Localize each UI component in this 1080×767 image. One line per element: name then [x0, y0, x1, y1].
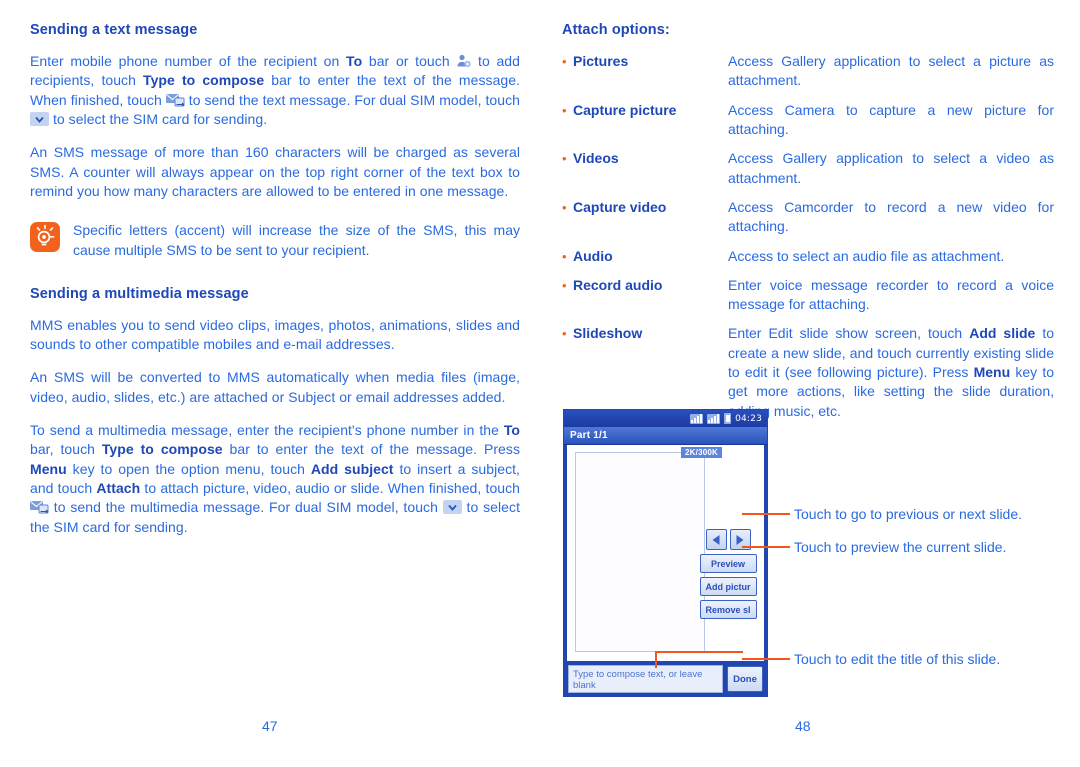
send-message-icon — [165, 93, 185, 108]
option-description: Access Gallery application to select a p… — [728, 53, 1054, 89]
list-item: • Record audio Enter voice message recor… — [562, 276, 1054, 315]
send-message-icon — [30, 500, 49, 515]
option-term: Videos — [573, 150, 619, 167]
chevron-down-icon — [442, 500, 462, 515]
text-fragment: to attach picture, video, audio or slide… — [140, 480, 521, 496]
add-contact-icon — [456, 53, 471, 68]
paragraph-sending-text-instructions: Enter mobile phone number of the recipie… — [30, 52, 520, 129]
list-item: • Capture picture Access Camera to captu… — [562, 101, 1054, 140]
bold-add-slide: Add slide — [969, 325, 1036, 342]
text-fragment: to send the text message. For dual SIM m… — [184, 91, 520, 108]
preview-button[interactable]: Preview — [699, 554, 757, 573]
bold-to: To — [346, 53, 363, 69]
heading-sending-text-message: Sending a text message — [30, 22, 198, 38]
right-page-column: Attach options: • Pictures Access Galler… — [562, 22, 1054, 431]
bold-menu: Menu — [973, 364, 1011, 381]
text-fragment: to send the multimedia message. For dual… — [49, 499, 443, 516]
leader-line-segment — [655, 651, 657, 668]
signal-bars-icon — [690, 413, 704, 424]
list-item-slideshow: • Slideshow Enter Edit slide show screen… — [562, 324, 1054, 421]
arrow-left-icon[interactable] — [705, 529, 727, 550]
text-fragment: Enter mobile phone number of the recipie… — [30, 53, 347, 69]
option-description: Access Camcorder to record a new video f… — [728, 198, 1054, 235]
option-description: Access to select an audio file as attach… — [728, 247, 1005, 264]
text-fragment: bar to enter the text of the message. Pr… — [222, 441, 520, 458]
text-fragment: key to open the option menu, touch — [66, 460, 311, 477]
heading-sending-multimedia-message: Sending a multimedia message — [30, 285, 249, 302]
option-term: Audio — [573, 247, 613, 264]
bold-attach: Attach — [96, 480, 141, 496]
leader-line — [742, 546, 790, 548]
phone-slide-editor-area: 2K/300K Preview Add pictur Remove sl — [564, 445, 767, 661]
phone-title-bar: Part 1/1 — [564, 427, 767, 445]
callout-preview-slide: Touch to preview the current slide. — [742, 539, 1006, 555]
paragraph-send-mms-instructions: To send a multimedia message, enter the … — [30, 421, 520, 537]
text-fragment: Enter Edit slide show screen, touch — [728, 325, 970, 342]
list-item: • Pictures Access Gallery application to… — [562, 52, 1054, 91]
phone-status-bar: 04:23 — [564, 410, 767, 427]
bullet-icon: • — [562, 151, 567, 167]
paragraph-sms-to-mms-conversion: An SMS will be converted to MMS automati… — [30, 369, 520, 405]
remove-slide-button[interactable]: Remove sl — [699, 600, 757, 619]
bold-add-subject: Add subject — [310, 460, 394, 477]
page-number-right: 48 — [795, 718, 811, 734]
status-bar-clock: 04:23 — [735, 413, 762, 424]
heading-attach-options: Attach options: — [562, 22, 670, 38]
lightbulb-tip-icon — [30, 222, 60, 253]
option-description: Enter voice message recorder to record a… — [728, 276, 1054, 313]
callout-prev-next-slide: Touch to go to previous or next slide. — [742, 506, 1022, 522]
bullet-icon: • — [562, 248, 567, 264]
bullet-icon: • — [562, 277, 567, 293]
signal-bars-icon — [707, 413, 721, 424]
option-term: Slideshow — [573, 325, 643, 342]
paragraph-mms-capabilities: MMS enables you to send video clips, ima… — [30, 316, 520, 353]
callout-text: Touch to go to previous or next slide. — [794, 506, 1023, 522]
list-item: • Capture video Access Camcorder to reco… — [562, 198, 1054, 237]
bullet-icon: • — [562, 54, 567, 69]
phone-compose-bar: Type to compose text, or leave blank Don… — [564, 661, 767, 697]
list-item: • Videos Access Gallery application to s… — [562, 149, 1054, 188]
page-number-left: 47 — [262, 718, 278, 734]
leader-line — [742, 513, 790, 515]
option-description: Access Camera to capture a new picture f… — [728, 101, 1054, 137]
add-picture-button[interactable]: Add pictur — [699, 577, 757, 596]
bullet-icon: • — [562, 326, 567, 342]
paragraph-sms-character-limit: An SMS message of more than 160 characte… — [30, 144, 520, 199]
compose-text-input[interactable]: Type to compose text, or leave blank — [568, 665, 723, 693]
text-fragment: bar or touch — [362, 53, 457, 69]
leader-line-segment — [655, 651, 743, 653]
callout-edit-slide-title: Touch to edit the title of this slide. — [742, 651, 1000, 667]
left-page-column: Sending a text message Enter mobile phon… — [30, 22, 520, 551]
chevron-down-icon — [30, 111, 49, 126]
option-term: Capture video — [573, 198, 667, 215]
slide-preview-canvas[interactable] — [575, 452, 705, 652]
battery-icon — [724, 413, 732, 424]
bold-to: To — [503, 422, 520, 439]
size-badge: 2K/300K — [681, 447, 722, 458]
text-fragment: bar, touch — [30, 441, 102, 458]
option-term: Capture picture — [573, 101, 677, 118]
callout-text: Touch to preview the current slide. — [794, 539, 1007, 555]
bullet-icon: • — [562, 199, 567, 215]
manual-page-spread: Sending a text message Enter mobile phon… — [0, 0, 1080, 767]
leader-line — [742, 658, 790, 660]
option-term: Record audio — [573, 276, 663, 293]
done-button[interactable]: Done — [727, 666, 763, 692]
bold-menu: Menu — [30, 460, 67, 477]
bold-type-to-compose: Type to compose — [143, 72, 265, 89]
option-description: Enter Edit slide show screen, touch Add … — [728, 324, 1054, 421]
option-description: Access Gallery application to select a v… — [728, 150, 1054, 186]
callout-text: Touch to edit the title of this slide. — [794, 651, 1001, 667]
bold-type-to-compose: Type to compose — [101, 441, 223, 458]
phone-screenshot-mockup: 04:23 Part 1/1 2K/300K Preview Add pictu… — [563, 409, 768, 697]
option-term: Pictures — [573, 53, 629, 69]
tip-callout-box: Specific letters (accent) will increase … — [30, 221, 520, 260]
text-fragment: to select the SIM card for sending. — [49, 110, 268, 127]
bullet-icon: • — [562, 102, 567, 118]
list-item: • Audio Access to select an audio file a… — [562, 247, 1054, 266]
text-fragment: To send a multimedia message, enter the … — [30, 422, 504, 439]
tip-text: Specific letters (accent) will increase … — [73, 222, 520, 258]
